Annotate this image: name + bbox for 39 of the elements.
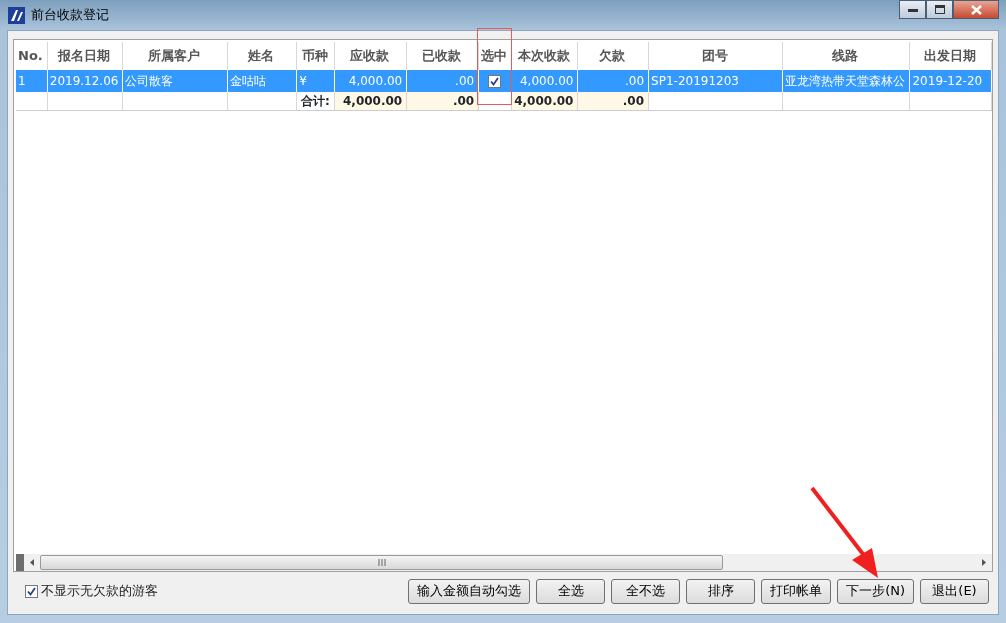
checkbox[interactable] [25,584,38,598]
minimize-icon [907,7,918,12]
action-button[interactable]: 打印帐单 [761,578,832,604]
table-cell: 4,000.00 [511,70,578,92]
table-cell: ¥ [296,70,335,92]
total-cell: 合计: [296,92,335,111]
action-button[interactable]: 下一步(N) [837,578,914,604]
table-cell: .00 [577,70,649,92]
total-cell: 4,000.00 [334,92,407,111]
maximize-button[interactable] [926,0,953,19]
action-button[interactable]: 全选 [536,578,606,604]
scroll-left-icon[interactable] [30,559,34,566]
window-title: 前台收款登记 [31,6,109,25]
table-cell: .00 [406,70,479,92]
table-cell: 2019.12.06 [47,70,123,92]
maximize-icon [934,5,945,14]
table-cell: SP1-20191203 [648,70,783,92]
table-cell: 公司散客 [122,70,228,92]
scrollbar-marker [16,554,24,571]
table-cell: 亚龙湾热带天堂森林公 [783,70,910,92]
action-button[interactable]: 全不选 [611,578,681,604]
close-icon [970,4,982,15]
scrollbar-thumb[interactable] [40,555,724,570]
option-label: 不显示无欠款的游客 [41,582,158,601]
action-button[interactable]: 排序 [686,578,756,604]
app-logo-icon [8,6,25,24]
action-button[interactable]: 输入金额自动勾选 [408,578,531,604]
table-cell: 1 [16,70,48,92]
total-cell: .00 [577,92,649,111]
total-cell: .00 [406,92,479,111]
table-cell: 金咕咕 [227,70,297,92]
table-cell: 4,000.00 [334,70,407,92]
close-button[interactable] [953,0,999,19]
minimize-button[interactable] [899,0,926,19]
table-cell: 2019-12-20 [910,70,992,92]
checkbox[interactable] [487,75,501,88]
action-button[interactable]: 退出(E) [920,578,989,604]
scroll-right-icon[interactable] [982,559,986,566]
total-cell: 4,000.00 [511,92,578,111]
